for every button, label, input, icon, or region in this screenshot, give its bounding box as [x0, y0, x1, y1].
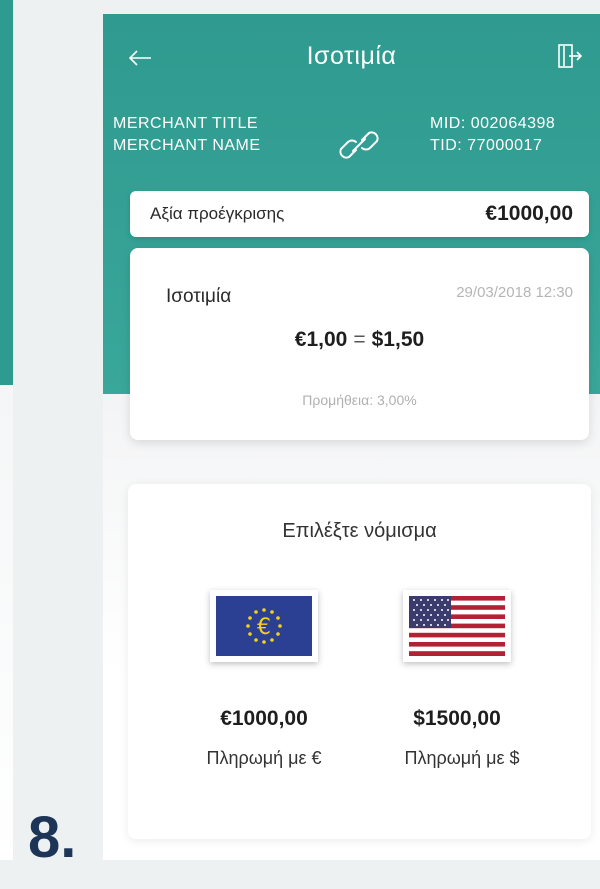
- pay-eur-option[interactable]: Πληρωμή με €: [174, 748, 354, 769]
- currency-select-title: Επιλέξτε νόμισμα: [282, 520, 437, 542]
- us-flag-icon[interactable]: [403, 590, 511, 662]
- eu-flag-graphic: €: [216, 596, 312, 656]
- adjacent-screen-header: [0, 0, 13, 385]
- step-number: 8.: [28, 805, 77, 870]
- merchant-title: MERCHANT TITLE: [113, 115, 259, 132]
- preauth-value: €1000,00: [485, 202, 573, 225]
- page-title: Ισοτιμία: [306, 42, 397, 70]
- eur-amount[interactable]: €1000,00: [198, 707, 330, 731]
- logout-door-icon[interactable]: [555, 42, 583, 70]
- link-icon: [339, 131, 379, 159]
- terminal-id: TID: 77000017: [430, 137, 543, 154]
- svg-text:€: €: [257, 615, 271, 640]
- rate-from: €1,00: [294, 328, 348, 351]
- eu-flag-icon[interactable]: €: [210, 590, 318, 662]
- merchant-info: MERCHANT TITLE MERCHANT NAME: [113, 113, 261, 157]
- exchange-rate-card: Ισοτιμία 29/03/2018 12:30 €1,00 = $1,50 Πρ…: [130, 248, 589, 440]
- merchant-id: MID: 002064398: [430, 115, 556, 132]
- page-bottom-band: [0, 860, 600, 889]
- fee-text: Προμήθεια: 3,00%: [302, 392, 417, 408]
- adjacent-screen: [0, 0, 13, 860]
- rate-to: $1,50: [371, 328, 425, 351]
- rate-equation: €1,00 = $1,50: [130, 328, 589, 352]
- pay-usd-option[interactable]: Πληρωμή με $: [372, 748, 552, 769]
- currency-select-card: Επιλέξτε νόμισμα € €1000,00 $1500,00 Πλη…: [128, 484, 591, 839]
- merchant-name: MERCHANT NAME: [113, 137, 261, 154]
- preauth-card: Αξία προέγκρισης €1000,00: [130, 191, 589, 237]
- us-flag-graphic: [409, 596, 505, 656]
- rate-datetime: 29/03/2018 12:30: [456, 284, 573, 301]
- adjacent-screen-body: [0, 385, 13, 860]
- rate-title: Ισοτιμία: [166, 286, 232, 307]
- terminal-ids: MID: 002064398 TID: 77000017: [430, 113, 555, 157]
- phone-screen: Ισοτιμία MERCHANT TITLE MERCHANT NAME MI…: [103, 14, 600, 860]
- usd-amount[interactable]: $1500,00: [391, 707, 523, 731]
- preauth-label: Αξία προέγκρισης: [150, 204, 285, 223]
- rate-equals: =: [353, 328, 366, 351]
